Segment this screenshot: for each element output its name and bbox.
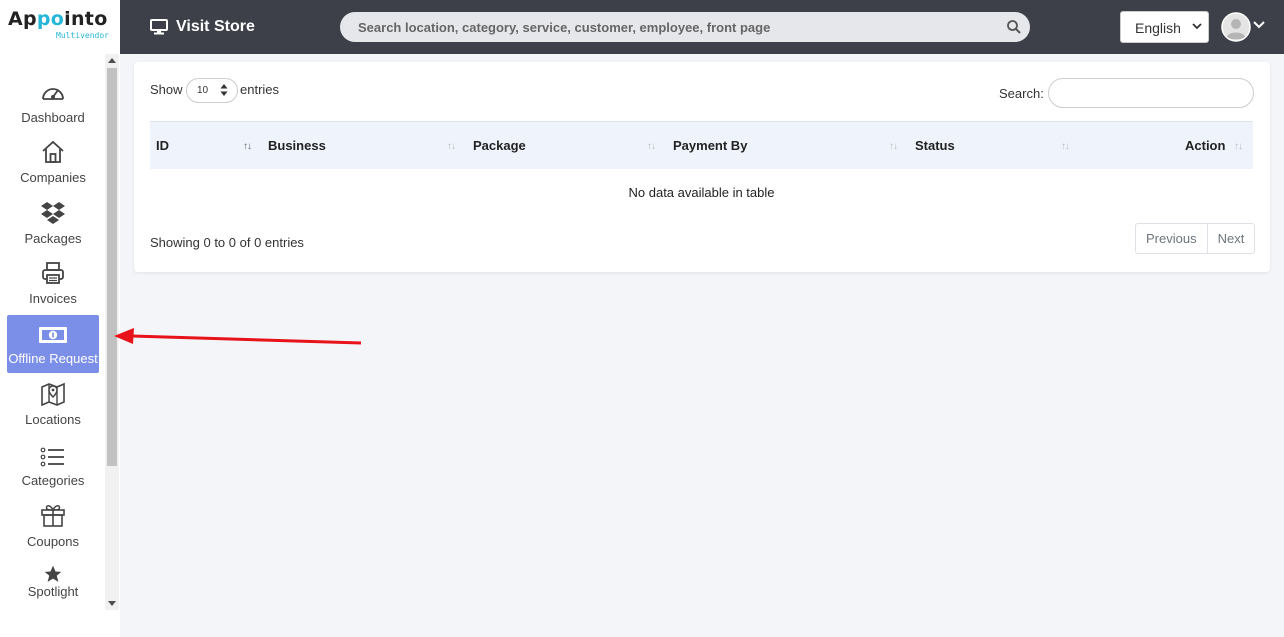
scroll-up-arrow-icon[interactable]: [108, 58, 116, 63]
sort-icon[interactable]: ↑↓: [1061, 141, 1070, 152]
gauge-icon: [7, 78, 99, 104]
sidebar-item-label: Offline Request: [8, 351, 98, 366]
empty-table-message: No data available in table: [628, 185, 775, 200]
global-search-input[interactable]: [358, 12, 998, 42]
sidebar-item-companies[interactable]: Companies: [7, 134, 99, 192]
table-search-input[interactable]: [1048, 78, 1254, 108]
sidebar-item-packages[interactable]: Packages: [7, 195, 99, 253]
avatar[interactable]: [1221, 12, 1251, 42]
table-header: ID ↑↓ Business ↑↓ Package ↑↓ Payment By …: [150, 121, 1253, 169]
sidebar-item-locations[interactable]: Locations: [7, 376, 99, 434]
monitor-icon: [150, 19, 168, 35]
column-header-package[interactable]: Package: [473, 138, 526, 153]
map-marker-icon: [7, 380, 99, 406]
sidebar-item-coupons[interactable]: Coupons: [7, 498, 99, 556]
sidebar-item-label: Locations: [25, 412, 81, 427]
sidebar: Appointo Multivendor Dashboard Companies…: [0, 0, 120, 637]
sort-icon[interactable]: ↑↓: [1234, 141, 1243, 152]
sidebar-item-spotlight[interactable]: Spotlight: [7, 558, 99, 616]
scroll-down-arrow-icon[interactable]: [108, 601, 116, 606]
sidebar-item-label: Categories: [21, 473, 85, 488]
next-page-button[interactable]: Next: [1206, 224, 1255, 253]
annotation-arrow: [114, 328, 362, 345]
column-header-id[interactable]: ID: [156, 138, 169, 153]
sort-icon[interactable]: ↑↓: [889, 141, 898, 152]
offline-request-card: Show 10 entries Search: ID ↑↓ Business ↑…: [134, 62, 1270, 272]
previous-page-button[interactable]: Previous: [1136, 224, 1207, 253]
sort-icon[interactable]: ↑↓: [243, 141, 252, 152]
sidebar-item-label: Companies: [20, 170, 86, 185]
brand-tagline: Multivendor: [56, 31, 109, 40]
language-value: English: [1135, 20, 1181, 36]
show-label: Show: [150, 82, 183, 97]
column-header-business[interactable]: Business: [268, 138, 326, 153]
column-header-action[interactable]: Action: [1185, 138, 1225, 153]
search-icon[interactable]: [1006, 19, 1022, 35]
entries-per-page-select[interactable]: 10: [186, 78, 238, 103]
chevron-down-icon[interactable]: [1253, 20, 1265, 30]
table-info: Showing 0 to 0 of 0 entries: [150, 235, 304, 250]
sidebar-item-offline-request[interactable]: Offline Request: [7, 315, 99, 373]
sidebar-item-categories[interactable]: Categories: [7, 437, 99, 495]
visit-store-label: Visit Store: [176, 18, 255, 35]
up-down-caret-icon: [220, 84, 228, 96]
sidebar-item-label: Dashboard: [21, 110, 85, 125]
money-bill-icon: [7, 319, 99, 345]
global-search: [340, 12, 1030, 42]
chevron-down-icon: [1192, 23, 1202, 30]
sidebar-item-label: Packages: [24, 231, 82, 246]
column-header-status[interactable]: Status: [915, 138, 955, 153]
sidebar-item-invoices[interactable]: Invoices: [7, 255, 99, 313]
sort-icon[interactable]: ↑↓: [647, 141, 656, 152]
sidebar-item-label: Coupons: [26, 534, 80, 549]
sort-icon[interactable]: ↑↓: [447, 141, 456, 152]
column-header-payment-by[interactable]: Payment By: [673, 138, 747, 153]
gift-icon: [7, 502, 99, 528]
scroll-thumb[interactable]: [107, 68, 117, 466]
table-search-label: Search:: [999, 86, 1044, 101]
dropbox-icon: [7, 199, 99, 225]
top-navbar: Visit Store English: [120, 0, 1284, 54]
visit-store-link[interactable]: Visit Store: [150, 16, 255, 38]
entries-label: entries: [240, 82, 280, 97]
star-icon: [7, 558, 99, 584]
sidebar-item-label: Invoices: [29, 291, 77, 306]
sidebar-item-dashboard[interactable]: Dashboard: [7, 74, 99, 132]
brand-logo[interactable]: Appointo Multivendor: [0, 0, 120, 54]
entries-value: 10: [197, 85, 209, 96]
language-select[interactable]: English: [1120, 11, 1209, 43]
printer-icon: [7, 259, 99, 285]
user-avatar-icon: [1221, 12, 1251, 42]
pagination: Previous Next: [1135, 223, 1256, 254]
home-icon: [7, 138, 99, 164]
brand-name: Appointo: [8, 8, 108, 30]
sidebar-item-label: Spotlight: [27, 584, 79, 599]
list-icon: [7, 441, 99, 467]
